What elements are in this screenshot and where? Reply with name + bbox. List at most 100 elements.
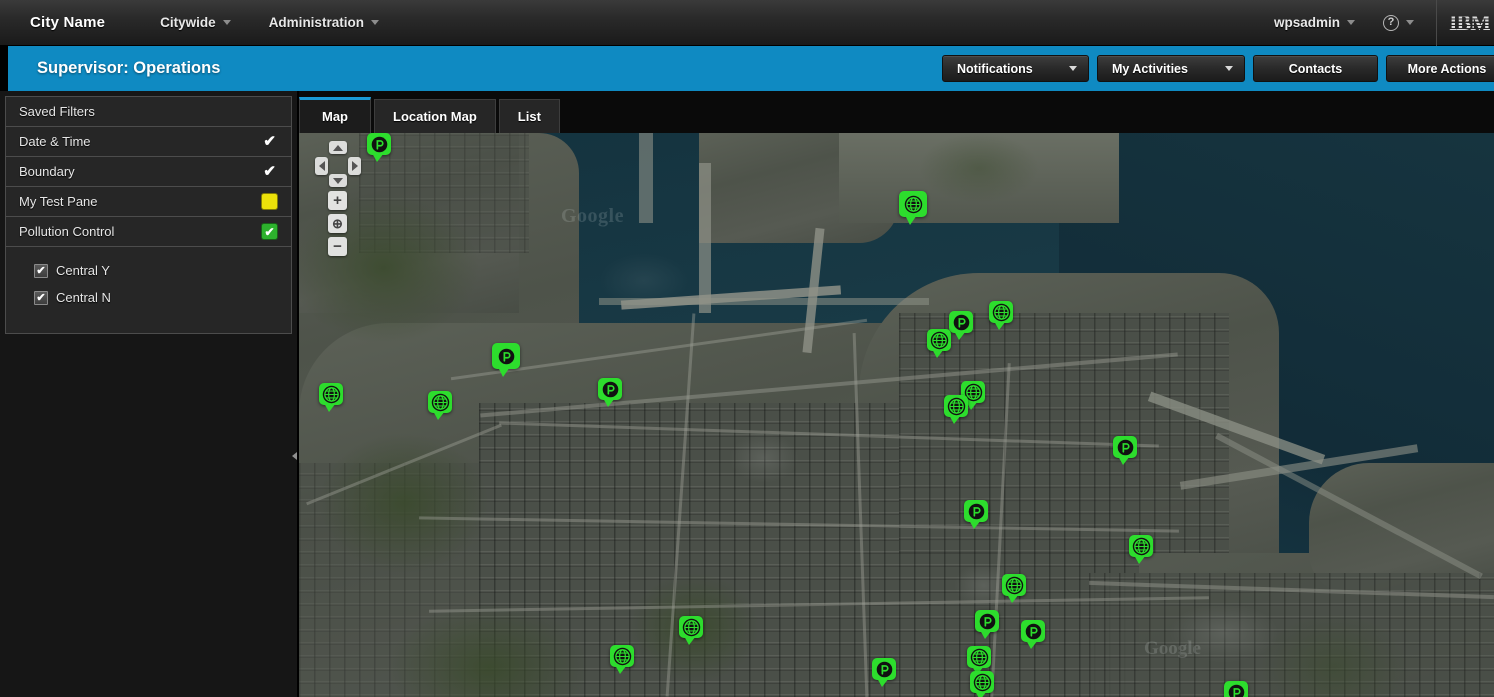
saved-filters-header: Saved Filters — [6, 97, 291, 127]
globe-icon — [610, 645, 634, 667]
chevron-down-icon — [1069, 66, 1077, 71]
filter-row-date-time[interactable]: Date & Time ✔ — [6, 127, 291, 157]
map-marker-globe[interactable] — [944, 395, 968, 425]
map-pan-right-button[interactable] — [348, 157, 361, 175]
page-title: Supervisor: Operations — [37, 59, 221, 77]
saved-filters-title: Saved Filters — [19, 104, 95, 119]
checkbox-central-n[interactable]: ✔ — [34, 290, 48, 305]
nav-item-administration[interactable]: Administration — [269, 15, 379, 30]
map-marker-globe[interactable] — [989, 301, 1013, 331]
map-marker-pin[interactable] — [964, 500, 988, 530]
map-pan-left-button[interactable] — [315, 157, 328, 175]
parking-icon — [975, 610, 999, 632]
filter-row-pollution-control[interactable]: Pollution Control ✔ — [6, 217, 291, 247]
globe-icon — [944, 395, 968, 417]
globe-icon — [319, 383, 343, 405]
tab-map[interactable]: Map — [299, 97, 371, 133]
user-menu[interactable]: wpsadmin — [1274, 15, 1355, 30]
page-header-bar: Supervisor: Operations Notifications My … — [0, 46, 1494, 91]
globe-icon — [1129, 535, 1153, 557]
header-action-buttons: Notifications My Activities Contacts Mor… — [942, 55, 1494, 82]
status-badge-yellow[interactable] — [261, 193, 278, 210]
contacts-button-label: Contacts — [1288, 61, 1343, 76]
map-marker-pin[interactable] — [872, 658, 896, 688]
user-menu-label: wpsadmin — [1273, 15, 1340, 30]
check-icon: ✔ — [263, 132, 276, 150]
map-zoom-in-button[interactable]: + — [328, 191, 347, 210]
help-icon: ? — [1383, 14, 1399, 31]
nav-item-citywide-label: Citywide — [160, 15, 216, 30]
map-world-view-button[interactable]: ⊕ — [328, 214, 347, 233]
chevron-left-icon — [292, 452, 297, 460]
globe-icon — [899, 191, 927, 217]
map-pan-down-button[interactable] — [329, 174, 347, 187]
checkbox-central-n-label: Central N — [56, 290, 111, 305]
map-marker-pin[interactable] — [598, 378, 622, 408]
parking-icon — [492, 343, 520, 369]
map-marker-globe[interactable] — [1002, 574, 1026, 604]
map-marker-pin[interactable] — [975, 610, 999, 640]
checkbox-row-central-n[interactable]: ✔ Central N — [34, 290, 291, 305]
map-marker-pin[interactable] — [949, 311, 973, 341]
map-pan-control — [315, 141, 361, 187]
filter-row-my-test-pane[interactable]: My Test Pane — [6, 187, 291, 217]
chevron-down-icon — [1406, 20, 1414, 25]
contacts-button[interactable]: Contacts — [1253, 55, 1378, 82]
globe-icon — [927, 329, 951, 351]
tab-list-label: List — [517, 109, 541, 124]
status-badge-green-check[interactable]: ✔ — [261, 223, 278, 240]
tab-location-map[interactable]: Location Map — [374, 99, 496, 133]
filters-sidebar: Saved Filters Date & Time ✔ Boundary ✔ M… — [0, 91, 297, 697]
ibm-logo: IBM — [1436, 0, 1494, 46]
globe-icon — [989, 301, 1013, 323]
globe-icon — [970, 671, 994, 693]
app-brand[interactable]: City Name — [30, 14, 105, 31]
chevron-down-icon — [1347, 20, 1355, 25]
nav-item-administration-label: Administration — [268, 15, 364, 30]
globe-icon — [679, 616, 703, 638]
map-view[interactable]: Google Google + ⊕ − — [299, 133, 1494, 697]
parking-icon — [1224, 681, 1248, 697]
map-marker-globe[interactable] — [679, 616, 703, 646]
check-icon: ✔ — [263, 162, 276, 180]
parking-icon — [367, 133, 391, 155]
map-zoom-out-button[interactable]: − — [328, 237, 347, 256]
globe-icon — [967, 646, 991, 668]
filter-row-boundary[interactable]: Boundary ✔ — [6, 157, 291, 187]
tab-location-map-label: Location Map — [393, 109, 477, 124]
chevron-down-icon — [1225, 66, 1233, 71]
map-marker-pin[interactable] — [1021, 620, 1045, 650]
map-marker-pin[interactable] — [367, 133, 391, 163]
map-marker-globe[interactable] — [1129, 535, 1153, 565]
parking-icon — [1113, 436, 1137, 458]
nav-item-citywide[interactable]: Citywide — [160, 15, 231, 30]
map-marker-globe[interactable] — [899, 191, 927, 225]
pan-down-icon — [333, 177, 343, 184]
chevron-down-icon — [370, 20, 379, 25]
map-controls: + ⊕ − — [313, 141, 361, 256]
my-activities-button[interactable]: My Activities — [1097, 55, 1245, 82]
map-marker-globe[interactable] — [927, 329, 951, 359]
map-marker-globe[interactable] — [970, 671, 994, 697]
parking-icon — [964, 500, 988, 522]
map-marker-pin[interactable] — [1224, 681, 1248, 697]
map-marker-globe[interactable] — [319, 383, 343, 413]
map-marker-globe[interactable] — [610, 645, 634, 675]
map-pan-up-button[interactable] — [329, 141, 347, 154]
saved-filters-panel: Saved Filters Date & Time ✔ Boundary ✔ M… — [5, 96, 292, 247]
map-marker-globe[interactable] — [428, 391, 452, 421]
pan-up-icon — [333, 144, 343, 151]
notifications-button[interactable]: Notifications — [942, 55, 1089, 82]
filter-row-pollution-control-label: Pollution Control — [19, 224, 115, 239]
map-marker-pin[interactable] — [492, 343, 520, 377]
checkbox-central-y[interactable]: ✔ — [34, 263, 48, 278]
globe-icon — [1002, 574, 1026, 596]
more-actions-button[interactable]: More Actions — [1386, 55, 1494, 82]
map-marker-pin[interactable] — [1113, 436, 1137, 466]
checkbox-row-central-y[interactable]: ✔ Central Y — [34, 263, 291, 278]
notifications-button-label: Notifications — [957, 61, 1033, 76]
help-menu[interactable]: ? — [1383, 14, 1414, 31]
checkbox-central-y-label: Central Y — [56, 263, 110, 278]
sidebar-collapse-handle[interactable] — [290, 447, 299, 465]
tab-list[interactable]: List — [498, 99, 560, 133]
